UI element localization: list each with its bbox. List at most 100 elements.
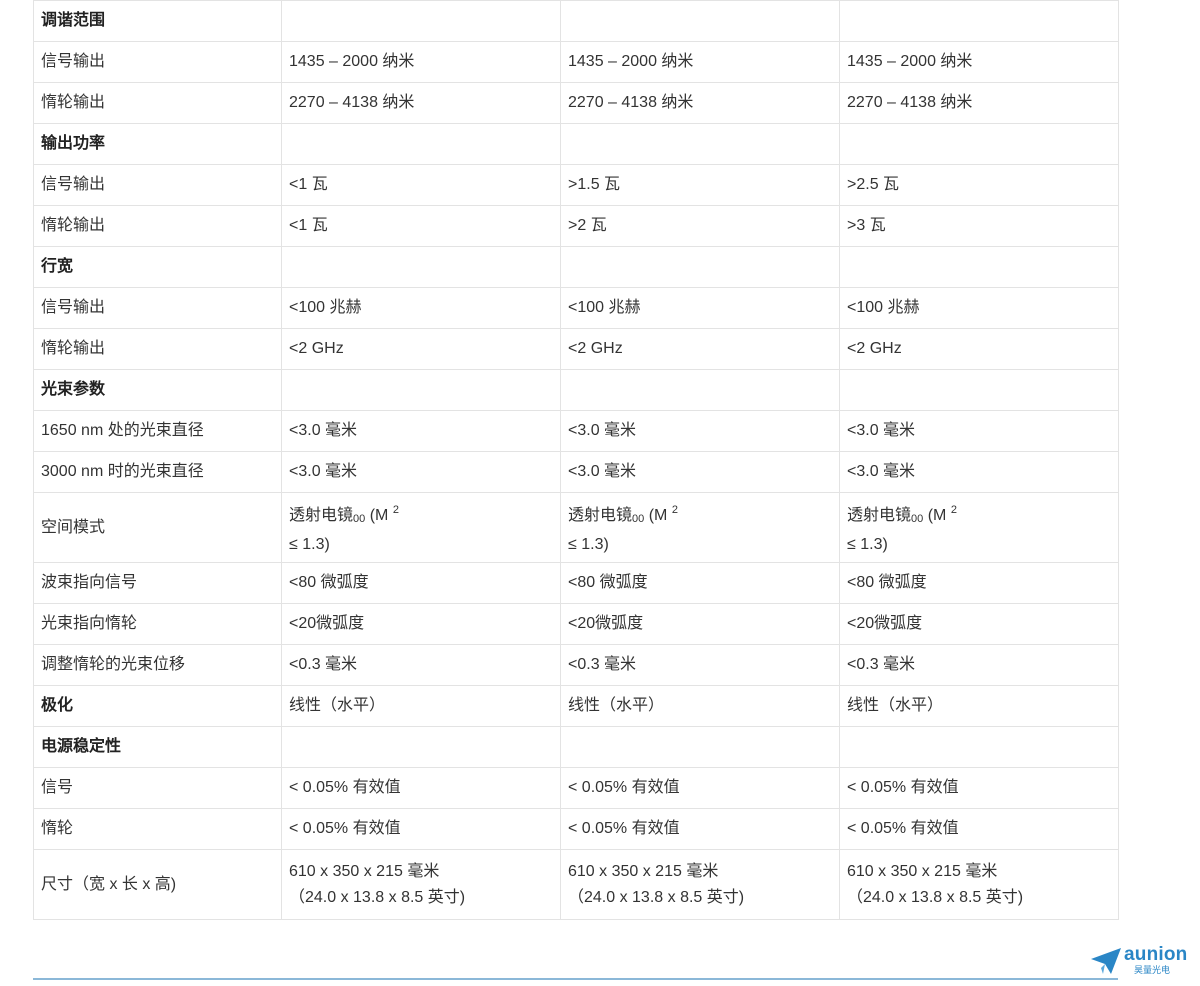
mode-sub: 00 (353, 513, 366, 525)
brand-logo: aunion 昊量光电 (1090, 944, 1192, 978)
table-row: 信号输出 <1 瓦 >1.5 瓦 >2.5 瓦 (33, 164, 1119, 206)
table-row: 惰轮输出 <1 瓦 >2 瓦 >3 瓦 (33, 205, 1119, 247)
cell-value: 1435 – 2000 纳米 (281, 41, 561, 83)
dims-line2: （24.0 x 13.8 x 8.5 英寸) (847, 888, 1024, 906)
mode-sub: 00 (632, 513, 645, 525)
cell-value: <80 微弧度 (560, 562, 840, 604)
mode-sup: 2 (392, 504, 399, 516)
cell-value: <3.0 毫米 (560, 451, 840, 493)
table-row: 信号 < 0.05% 有效值 < 0.05% 有效值 < 0.05% 有效值 (33, 767, 1119, 809)
table-row: 惰轮输出 <2 GHz <2 GHz <2 GHz (33, 328, 1119, 370)
cell-value: 线性（水平） (560, 685, 840, 727)
cell-value: 1435 – 2000 纳米 (839, 41, 1119, 83)
mode-sup: 2 (950, 504, 957, 516)
cell-value (560, 123, 840, 165)
cell-value (560, 726, 840, 768)
cell-value (839, 0, 1119, 42)
row-label: 电源稳定性 (33, 726, 282, 768)
spec-table-body: 调谐范围 信号输出 1435 – 2000 纳米 1435 – 2000 纳米 … (33, 0, 1119, 920)
table-row: 惰轮输出 2270 – 4138 纳米 2270 – 4138 纳米 2270 … (33, 82, 1119, 124)
cell-value: <3.0 毫米 (281, 451, 561, 493)
mode-rest: (M (644, 507, 672, 524)
cell-value: <100 兆赫 (560, 287, 840, 329)
cell-value (281, 123, 561, 165)
row-label: 3000 nm 时的光束直径 (33, 451, 282, 493)
cell-value: <1 瓦 (281, 205, 561, 247)
row-label: 空间模式 (33, 492, 282, 563)
table-row: 信号输出 <100 兆赫 <100 兆赫 <100 兆赫 (33, 287, 1119, 329)
cell-value: 610 x 350 x 215 毫米 （24.0 x 13.8 x 8.5 英寸… (839, 849, 1119, 920)
mode-sub: 00 (911, 513, 924, 525)
row-label: 惰轮输出 (33, 328, 282, 370)
cell-value: < 0.05% 有效值 (560, 808, 840, 850)
mode-main: 透射电镜 (847, 507, 912, 524)
table-row: 行宽 (33, 246, 1119, 288)
cell-value: <0.3 毫米 (839, 644, 1119, 686)
row-label: 惰轮输出 (33, 205, 282, 247)
row-label: 惰轮 (33, 808, 282, 850)
cell-value: <2 GHz (281, 328, 561, 370)
table-row: 3000 nm 时的光束直径 <3.0 毫米 <3.0 毫米 <3.0 毫米 (33, 451, 1119, 493)
cell-value: <20微弧度 (839, 603, 1119, 645)
cell-value: <80 微弧度 (281, 562, 561, 604)
dims-line2: （24.0 x 13.8 x 8.5 英寸) (568, 888, 745, 906)
row-label: 调谐范围 (33, 0, 282, 42)
row-label: 行宽 (33, 246, 282, 288)
cell-value: 线性（水平） (281, 685, 561, 727)
row-label: 惰轮输出 (33, 82, 282, 124)
cell-value: <100 兆赫 (839, 287, 1119, 329)
mode-sup: 2 (671, 504, 678, 516)
cell-value (560, 0, 840, 42)
cell-value: 透射电镜00 (M 2 ≤ 1.3) (560, 492, 840, 563)
cell-value (560, 246, 840, 288)
cell-value: 610 x 350 x 215 毫米 （24.0 x 13.8 x 8.5 英寸… (560, 849, 840, 920)
cell-value: < 0.05% 有效值 (839, 767, 1119, 809)
cell-value: 610 x 350 x 215 毫米 （24.0 x 13.8 x 8.5 英寸… (281, 849, 561, 920)
table-row: 波束指向信号 <80 微弧度 <80 微弧度 <80 微弧度 (33, 562, 1119, 604)
row-label: 极化 (33, 685, 282, 727)
mode-main: 透射电镜 (289, 507, 354, 524)
cell-value (281, 246, 561, 288)
row-label: 尺寸（宽 x 长 x 高) (33, 849, 282, 920)
table-row: 调谐范围 (33, 0, 1119, 42)
cell-value: 透射电镜00 (M 2 ≤ 1.3) (839, 492, 1119, 563)
row-label: 信号 (33, 767, 282, 809)
cell-value: 2270 – 4138 纳米 (560, 82, 840, 124)
table-row: 空间模式 透射电镜00 (M 2 ≤ 1.3) 透射电镜00 (M 2 ≤ 1.… (33, 492, 1119, 563)
cell-value (839, 246, 1119, 288)
mode-rest: (M (923, 507, 951, 524)
cell-value: <1 瓦 (281, 164, 561, 206)
cell-value: >1.5 瓦 (560, 164, 840, 206)
cell-value: < 0.05% 有效值 (839, 808, 1119, 850)
dims-line2: （24.0 x 13.8 x 8.5 英寸) (289, 888, 466, 906)
table-row: 光束参数 (33, 369, 1119, 411)
logo-subtitle: 昊量光电 (1134, 965, 1171, 975)
cell-value: <3.0 毫米 (281, 410, 561, 452)
dims-line1: 610 x 350 x 215 毫米 (289, 862, 440, 880)
cell-value: <3.0 毫米 (839, 410, 1119, 452)
cell-value: <20微弧度 (281, 603, 561, 645)
cell-value (839, 369, 1119, 411)
row-label: 光束参数 (33, 369, 282, 411)
cell-value: >2 瓦 (560, 205, 840, 247)
table-row: 惰轮 < 0.05% 有效值 < 0.05% 有效值 < 0.05% 有效值 (33, 808, 1119, 850)
footer-divider (33, 978, 1118, 980)
cell-value: <100 兆赫 (281, 287, 561, 329)
cell-value: <2 GHz (839, 328, 1119, 370)
table-row: 光束指向惰轮 <20微弧度 <20微弧度 <20微弧度 (33, 603, 1119, 645)
cell-value: 2270 – 4138 纳米 (839, 82, 1119, 124)
cell-value: 透射电镜00 (M 2 ≤ 1.3) (281, 492, 561, 563)
cell-value (560, 369, 840, 411)
table-row: 输出功率 (33, 123, 1119, 165)
dims-line1: 610 x 350 x 215 毫米 (568, 862, 719, 880)
row-label: 信号输出 (33, 287, 282, 329)
table-row: 电源稳定性 (33, 726, 1119, 768)
row-label: 光束指向惰轮 (33, 603, 282, 645)
mode-main: 透射电镜 (568, 507, 633, 524)
mode-line2: ≤ 1.3) (847, 536, 888, 553)
paper-plane-icon (1091, 948, 1121, 974)
row-label: 信号输出 (33, 164, 282, 206)
row-label: 波束指向信号 (33, 562, 282, 604)
dims-line1: 610 x 350 x 215 毫米 (847, 862, 998, 880)
row-label: 调整惰轮的光束位移 (33, 644, 282, 686)
